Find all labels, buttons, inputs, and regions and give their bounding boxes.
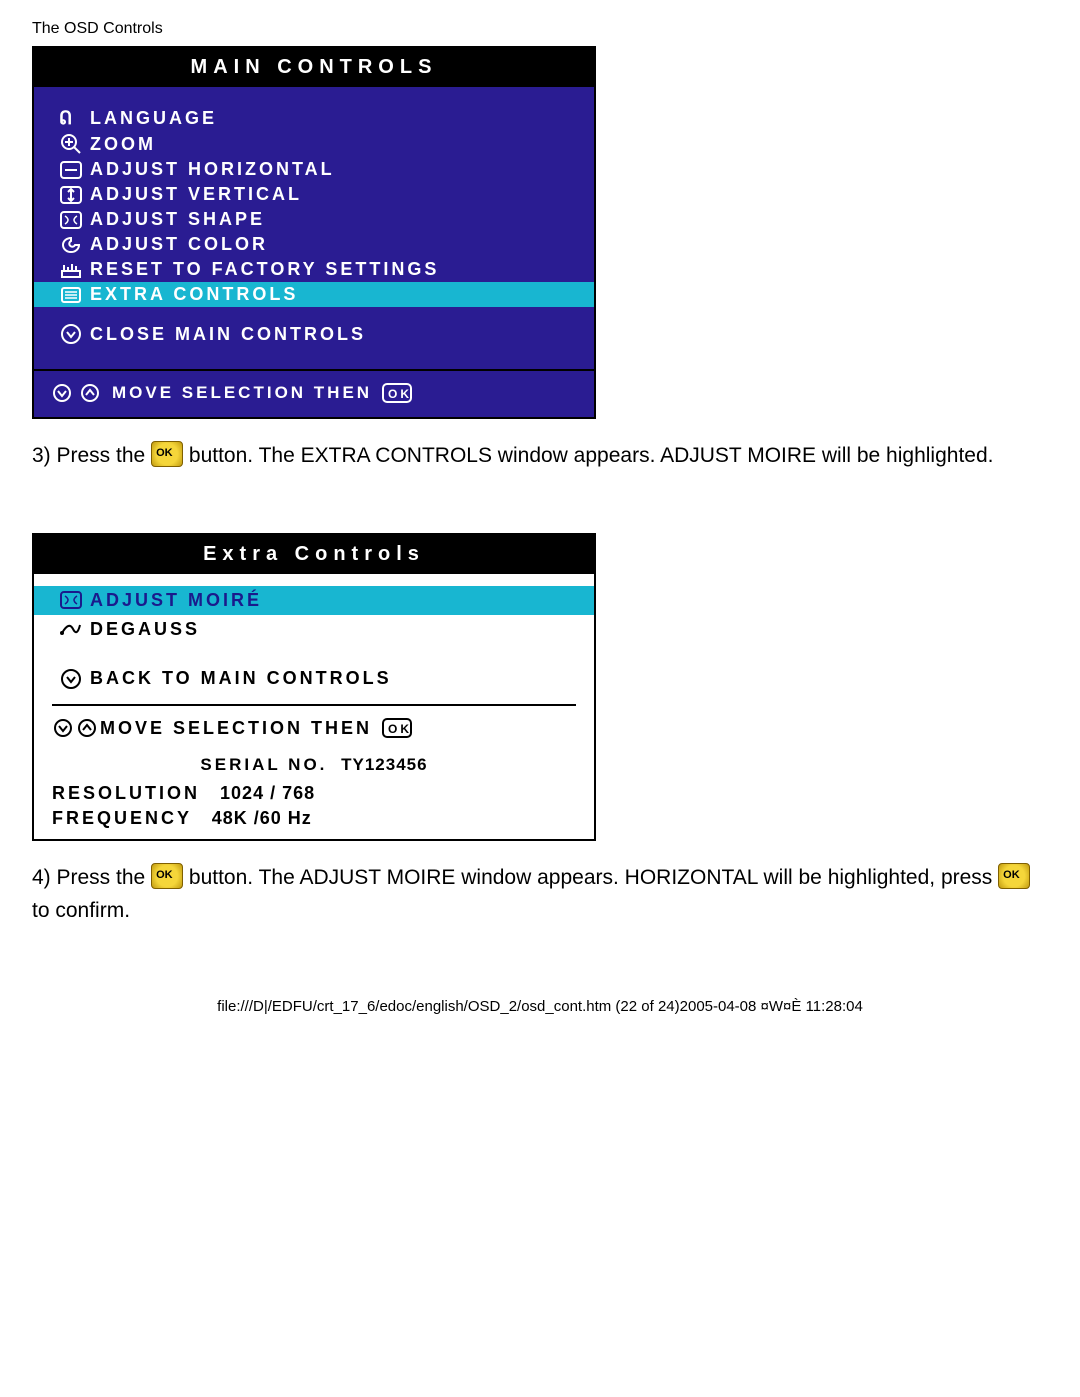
language-icon: ᕠ	[52, 107, 90, 129]
step4-text: 4) Press the button. The ADJUST MOIRE wi…	[32, 861, 1048, 928]
step3-text: 3) Press the button. The EXTRA CONTROLS …	[32, 439, 1048, 473]
menu-item-back[interactable]: BACK TO MAIN CONTROLS	[34, 664, 594, 694]
color-icon	[52, 236, 90, 254]
footer-path: file:///D|/EDFU/crt_17_6/edoc/english/OS…	[0, 998, 1080, 1015]
menu-label: ADJUST COLOR	[90, 234, 268, 255]
menu-label: ADJUST MOIRÉ	[90, 590, 262, 611]
menu-label: RESET TO FACTORY SETTINGS	[90, 259, 439, 280]
ok-icon: OK	[382, 718, 412, 738]
frequency-label: FREQUENCY	[52, 808, 192, 828]
menu-label: LANGUAGE	[90, 108, 217, 129]
menu-item-reset-factory[interactable]: RESET TO FACTORY SETTINGS	[34, 257, 594, 282]
ok-icon: OK	[382, 383, 412, 403]
menu-label: ADJUST VERTICAL	[90, 184, 302, 205]
serial-label: SERIAL NO.	[200, 755, 327, 774]
menu-label: ADJUST SHAPE	[90, 209, 265, 230]
extra-icon	[52, 286, 90, 304]
menu-item-close[interactable]: CLOSE MAIN CONTROLS	[34, 321, 594, 347]
down-arrow-icon	[52, 718, 74, 738]
back-icon	[52, 668, 90, 690]
down-arrow-icon	[52, 383, 72, 403]
main-controls-panel: MAIN CONTROLS ᕠ LANGUAGE ZOOM ADJUST HOR…	[32, 46, 596, 419]
menu-label: ADJUST HORIZONTAL	[90, 159, 335, 180]
page-header: The OSD Controls	[32, 20, 1048, 38]
step4-part1: 4) Press the	[32, 866, 151, 889]
up-arrow-icon	[74, 718, 100, 738]
footer-text: MOVE SELECTION THEN	[100, 718, 372, 739]
menu-label: DEGAUSS	[90, 619, 200, 640]
step4-part2: button. The ADJUST MOIRE window appears.…	[189, 866, 992, 889]
menu-item-adjust-horizontal[interactable]: ADJUST HORIZONTAL	[34, 157, 594, 182]
close-icon	[52, 323, 90, 345]
menu-item-adjust-color[interactable]: ADJUST COLOR	[34, 232, 594, 257]
svg-text:ᕠ: ᕠ	[59, 108, 75, 128]
extra-controls-footer: MOVE SELECTION THEN OK	[34, 710, 594, 749]
menu-label: CLOSE MAIN CONTROLS	[90, 324, 366, 345]
step4-part3: to confirm.	[32, 899, 130, 922]
menu-item-extra-controls[interactable]: EXTRA CONTROLS	[34, 282, 594, 307]
resolution-line: RESOLUTION 1024 / 768	[34, 781, 594, 806]
frequency-line: FREQUENCY 48K /60 Hz	[34, 806, 594, 839]
ok-button-icon	[998, 863, 1030, 889]
svg-text:OK: OK	[388, 387, 412, 401]
menu-item-adjust-moire[interactable]: ADJUST MOIRÉ	[34, 586, 594, 615]
main-controls-body: ᕠ LANGUAGE ZOOM ADJUST HORIZONTAL	[34, 87, 594, 369]
menu-item-adjust-shape[interactable]: ADJUST SHAPE	[34, 207, 594, 232]
zoom-icon	[52, 133, 90, 155]
divider	[52, 704, 576, 706]
extra-controls-panel: Extra Controls ADJUST MOIRÉ DEGAUSS BA	[32, 533, 596, 841]
shape-icon	[52, 211, 90, 229]
degauss-icon	[52, 619, 90, 639]
menu-item-zoom[interactable]: ZOOM	[34, 131, 594, 157]
menu-label: ZOOM	[90, 134, 156, 155]
serial-line: SERIAL NO. TY123456	[34, 749, 594, 781]
main-controls-title: MAIN CONTROLS	[34, 48, 594, 87]
menu-label: BACK TO MAIN CONTROLS	[90, 668, 392, 689]
moire-icon	[52, 590, 90, 610]
svg-text:OK: OK	[388, 722, 412, 736]
ok-button-icon	[151, 863, 183, 889]
resolution-value: 1024 / 768	[220, 783, 315, 803]
up-arrow-icon	[80, 383, 100, 403]
footer-text: MOVE SELECTION THEN	[112, 383, 372, 403]
frequency-value: 48K /60 Hz	[212, 808, 312, 828]
resolution-label: RESOLUTION	[52, 783, 200, 803]
extra-controls-body: ADJUST MOIRÉ DEGAUSS BACK TO MAIN CONTRO…	[34, 574, 594, 839]
step3-part1: 3) Press the	[32, 444, 151, 467]
ok-button-icon	[151, 441, 183, 467]
horizontal-icon	[52, 161, 90, 179]
reset-icon	[52, 261, 90, 279]
menu-item-degauss[interactable]: DEGAUSS	[34, 615, 594, 644]
extra-controls-title: Extra Controls	[34, 535, 594, 574]
step3-part2: button. The EXTRA CONTROLS window appear…	[189, 444, 994, 467]
menu-item-adjust-vertical[interactable]: ADJUST VERTICAL	[34, 182, 594, 207]
menu-item-language[interactable]: ᕠ LANGUAGE	[34, 105, 594, 131]
vertical-icon	[52, 186, 90, 204]
main-controls-footer: MOVE SELECTION THEN OK	[34, 369, 594, 417]
serial-value: TY123456	[341, 755, 427, 774]
menu-label: EXTRA CONTROLS	[90, 284, 298, 305]
